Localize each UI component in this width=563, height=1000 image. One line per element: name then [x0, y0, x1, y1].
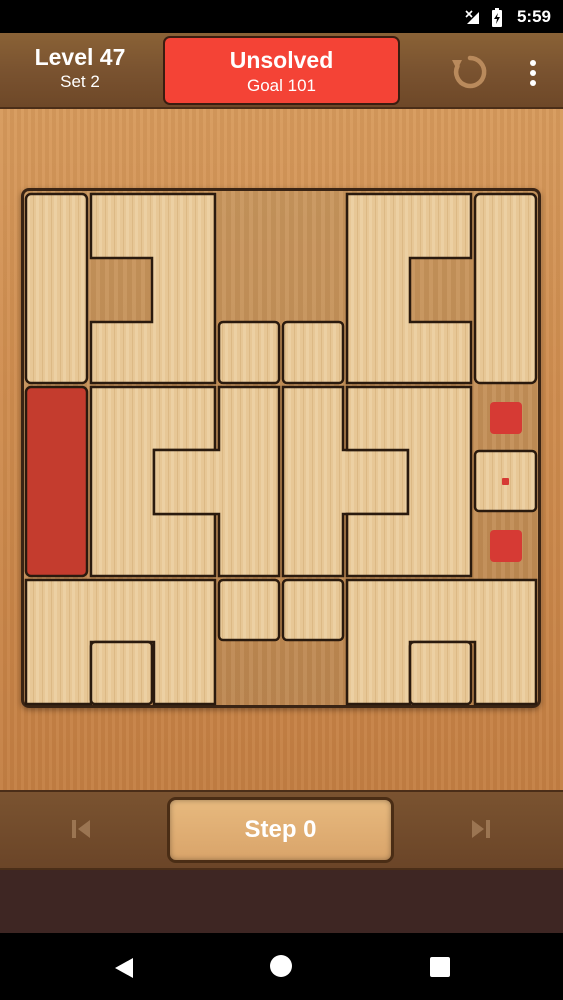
home-icon[interactable]	[270, 955, 292, 977]
exit-marker-center	[502, 478, 509, 485]
block-piece[interactable]	[473, 192, 538, 385]
block-piece[interactable]	[89, 192, 217, 385]
step-controls: Step 0	[0, 790, 563, 870]
block-piece[interactable]	[217, 320, 281, 385]
exit-marker-bottom	[490, 530, 522, 562]
block-piece[interactable]	[408, 640, 473, 706]
exit-marker-top	[490, 402, 522, 434]
step-counter-button[interactable]: Step 0	[167, 797, 394, 863]
block-piece[interactable]	[281, 320, 345, 385]
skip-previous-icon[interactable]	[68, 816, 94, 842]
skip-next-icon[interactable]	[468, 816, 494, 842]
block-piece[interactable]	[281, 578, 345, 642]
recent-apps-icon[interactable]	[430, 957, 450, 977]
back-icon[interactable]	[113, 956, 135, 980]
block-piece[interactable]	[217, 578, 281, 642]
block-piece[interactable]	[89, 640, 154, 706]
target-red-piece[interactable]	[24, 385, 89, 578]
android-nav-bar	[0, 933, 563, 1000]
block-piece[interactable]	[345, 192, 473, 385]
block-piece[interactable]	[24, 192, 89, 385]
